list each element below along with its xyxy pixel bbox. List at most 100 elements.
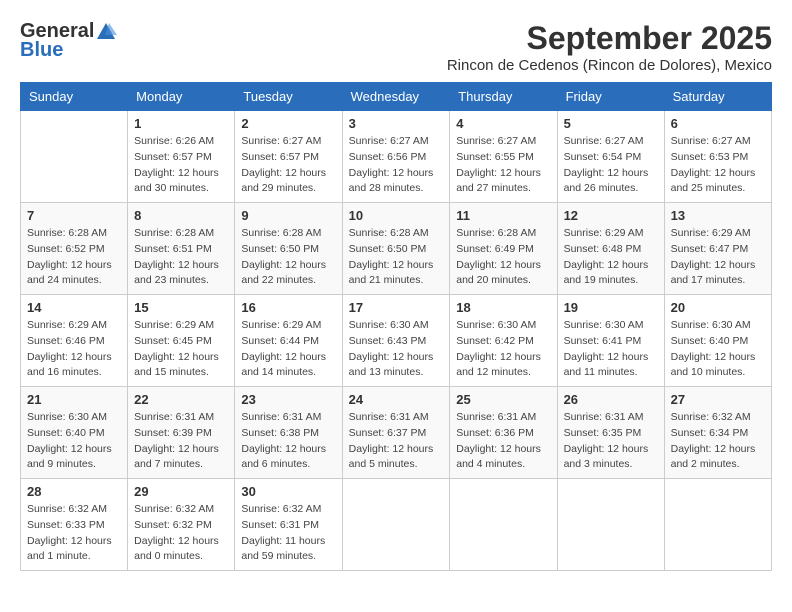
day-info: Sunrise: 6:30 AM Sunset: 6:41 PM Dayligh…: [564, 318, 658, 381]
day-number: 2: [241, 116, 335, 131]
calendar-cell: 17 Sunrise: 6:30 AM Sunset: 6:43 PM Dayli…: [342, 295, 450, 387]
day-info: Sunrise: 6:30 AM Sunset: 6:43 PM Dayligh…: [349, 318, 444, 381]
day-info: Sunrise: 6:29 AM Sunset: 6:47 PM Dayligh…: [671, 226, 765, 289]
day-info: Sunrise: 6:27 AM Sunset: 6:54 PM Dayligh…: [564, 134, 658, 197]
day-number: 27: [671, 392, 765, 407]
day-number: 20: [671, 300, 765, 315]
day-info: Sunrise: 6:31 AM Sunset: 6:38 PM Dayligh…: [241, 410, 335, 473]
day-number: 3: [349, 116, 444, 131]
day-info: Sunrise: 6:31 AM Sunset: 6:35 PM Dayligh…: [564, 410, 658, 473]
logo: General Blue: [20, 20, 117, 62]
day-number: 8: [134, 208, 228, 223]
calendar-cell: 3 Sunrise: 6:27 AM Sunset: 6:56 PM Daylig…: [342, 111, 450, 203]
calendar-cell: 11 Sunrise: 6:28 AM Sunset: 6:49 PM Dayli…: [450, 203, 557, 295]
day-info: Sunrise: 6:30 AM Sunset: 6:40 PM Dayligh…: [27, 410, 121, 473]
day-info: Sunrise: 6:29 AM Sunset: 6:44 PM Dayligh…: [241, 318, 335, 381]
day-number: 30: [241, 484, 335, 499]
day-info: Sunrise: 6:27 AM Sunset: 6:53 PM Dayligh…: [671, 134, 765, 197]
day-number: 6: [671, 116, 765, 131]
day-info: Sunrise: 6:32 AM Sunset: 6:33 PM Dayligh…: [27, 502, 121, 565]
day-info: Sunrise: 6:32 AM Sunset: 6:34 PM Dayligh…: [671, 410, 765, 473]
day-info: Sunrise: 6:29 AM Sunset: 6:48 PM Dayligh…: [564, 226, 658, 289]
day-info: Sunrise: 6:28 AM Sunset: 6:52 PM Dayligh…: [27, 226, 121, 289]
calendar-cell: 27 Sunrise: 6:32 AM Sunset: 6:34 PM Dayli…: [664, 387, 771, 479]
calendar-cell: 6 Sunrise: 6:27 AM Sunset: 6:53 PM Daylig…: [664, 111, 771, 203]
day-info: Sunrise: 6:27 AM Sunset: 6:56 PM Dayligh…: [349, 134, 444, 197]
day-info: Sunrise: 6:30 AM Sunset: 6:40 PM Dayligh…: [671, 318, 765, 381]
calendar-header: SundayMondayTuesdayWednesdayThursdayFrid…: [21, 83, 772, 111]
month-title: September 2025: [447, 20, 772, 57]
day-number: 7: [27, 208, 121, 223]
logo-icon: [95, 21, 117, 43]
day-info: Sunrise: 6:28 AM Sunset: 6:50 PM Dayligh…: [241, 226, 335, 289]
day-number: 11: [456, 208, 550, 223]
calendar-table: SundayMondayTuesdayWednesdayThursdayFrid…: [20, 82, 772, 571]
calendar-cell: 18 Sunrise: 6:30 AM Sunset: 6:42 PM Dayli…: [450, 295, 557, 387]
calendar-cell: 21 Sunrise: 6:30 AM Sunset: 6:40 PM Dayli…: [21, 387, 128, 479]
day-info: Sunrise: 6:31 AM Sunset: 6:37 PM Dayligh…: [349, 410, 444, 473]
day-info: Sunrise: 6:31 AM Sunset: 6:36 PM Dayligh…: [456, 410, 550, 473]
column-header-wednesday: Wednesday: [342, 83, 450, 111]
day-number: 18: [456, 300, 550, 315]
calendar-cell: 7 Sunrise: 6:28 AM Sunset: 6:52 PM Daylig…: [21, 203, 128, 295]
day-number: 14: [27, 300, 121, 315]
column-header-thursday: Thursday: [450, 83, 557, 111]
day-number: 24: [349, 392, 444, 407]
calendar-cell: 24 Sunrise: 6:31 AM Sunset: 6:37 PM Dayli…: [342, 387, 450, 479]
day-number: 26: [564, 392, 658, 407]
title-area: September 2025 Rincon de Cedenos (Rincon…: [447, 20, 772, 74]
calendar-cell: 19 Sunrise: 6:30 AM Sunset: 6:41 PM Dayli…: [557, 295, 664, 387]
day-number: 4: [456, 116, 550, 131]
calendar-cell: 4Sunrise: 6:27 AM Sunset: 6:55 PM Daylig…: [450, 111, 557, 203]
calendar-cell: [664, 479, 771, 571]
day-info: Sunrise: 6:28 AM Sunset: 6:51 PM Dayligh…: [134, 226, 228, 289]
day-number: 22: [134, 392, 228, 407]
calendar-cell: [21, 111, 128, 203]
calendar-cell: 20 Sunrise: 6:30 AM Sunset: 6:40 PM Dayli…: [664, 295, 771, 387]
calendar-cell: [450, 479, 557, 571]
day-number: 1: [134, 116, 228, 131]
day-number: 10: [349, 208, 444, 223]
calendar-cell: 29Sunrise: 6:32 AM Sunset: 6:32 PM Dayli…: [128, 479, 235, 571]
day-number: 19: [564, 300, 658, 315]
calendar-cell: 14 Sunrise: 6:29 AM Sunset: 6:46 PM Dayli…: [21, 295, 128, 387]
day-number: 17: [349, 300, 444, 315]
calendar-cell: 16Sunrise: 6:29 AM Sunset: 6:44 PM Dayli…: [235, 295, 342, 387]
calendar-cell: 1 Sunrise: 6:26 AM Sunset: 6:57 PM Daylig…: [128, 111, 235, 203]
calendar-cell: 12Sunrise: 6:29 AM Sunset: 6:48 PM Dayli…: [557, 203, 664, 295]
calendar-cell: 30 Sunrise: 6:32 AM Sunset: 6:31 PM Dayli…: [235, 479, 342, 571]
calendar-cell: 10 Sunrise: 6:28 AM Sunset: 6:50 PM Dayli…: [342, 203, 450, 295]
calendar-cell: 25 Sunrise: 6:31 AM Sunset: 6:36 PM Dayli…: [450, 387, 557, 479]
day-info: Sunrise: 6:28 AM Sunset: 6:49 PM Dayligh…: [456, 226, 550, 289]
location-title: Rincon de Cedenos (Rincon de Dolores), M…: [447, 57, 772, 74]
day-number: 25: [456, 392, 550, 407]
day-number: 21: [27, 392, 121, 407]
calendar-cell: 9 Sunrise: 6:28 AM Sunset: 6:50 PM Daylig…: [235, 203, 342, 295]
day-info: Sunrise: 6:29 AM Sunset: 6:45 PM Dayligh…: [134, 318, 228, 381]
day-info: Sunrise: 6:26 AM Sunset: 6:57 PM Dayligh…: [134, 134, 228, 197]
day-info: Sunrise: 6:32 AM Sunset: 6:31 PM Dayligh…: [241, 502, 335, 565]
column-header-monday: Monday: [128, 83, 235, 111]
day-info: Sunrise: 6:29 AM Sunset: 6:46 PM Dayligh…: [27, 318, 121, 381]
column-header-friday: Friday: [557, 83, 664, 111]
calendar-cell: 23 Sunrise: 6:31 AM Sunset: 6:38 PM Dayli…: [235, 387, 342, 479]
day-number: 23: [241, 392, 335, 407]
calendar-cell: 2 Sunrise: 6:27 AM Sunset: 6:57 PM Daylig…: [235, 111, 342, 203]
calendar-cell: 26 Sunrise: 6:31 AM Sunset: 6:35 PM Dayli…: [557, 387, 664, 479]
calendar-cell: 5 Sunrise: 6:27 AM Sunset: 6:54 PM Daylig…: [557, 111, 664, 203]
calendar-cell: 28 Sunrise: 6:32 AM Sunset: 6:33 PM Dayli…: [21, 479, 128, 571]
day-number: 13: [671, 208, 765, 223]
day-number: 28: [27, 484, 121, 499]
calendar-cell: 8 Sunrise: 6:28 AM Sunset: 6:51 PM Daylig…: [128, 203, 235, 295]
column-header-sunday: Sunday: [21, 83, 128, 111]
day-number: 9: [241, 208, 335, 223]
column-header-tuesday: Tuesday: [235, 83, 342, 111]
calendar-cell: 22 Sunrise: 6:31 AM Sunset: 6:39 PM Dayli…: [128, 387, 235, 479]
day-info: Sunrise: 6:27 AM Sunset: 6:57 PM Dayligh…: [241, 134, 335, 197]
day-number: 5: [564, 116, 658, 131]
day-info: Sunrise: 6:28 AM Sunset: 6:50 PM Dayligh…: [349, 226, 444, 289]
day-info: Sunrise: 6:32 AM Sunset: 6:32 PM Dayligh…: [134, 502, 228, 565]
calendar-cell: [342, 479, 450, 571]
day-info: Sunrise: 6:31 AM Sunset: 6:39 PM Dayligh…: [134, 410, 228, 473]
day-info: Sunrise: 6:30 AM Sunset: 6:42 PM Dayligh…: [456, 318, 550, 381]
